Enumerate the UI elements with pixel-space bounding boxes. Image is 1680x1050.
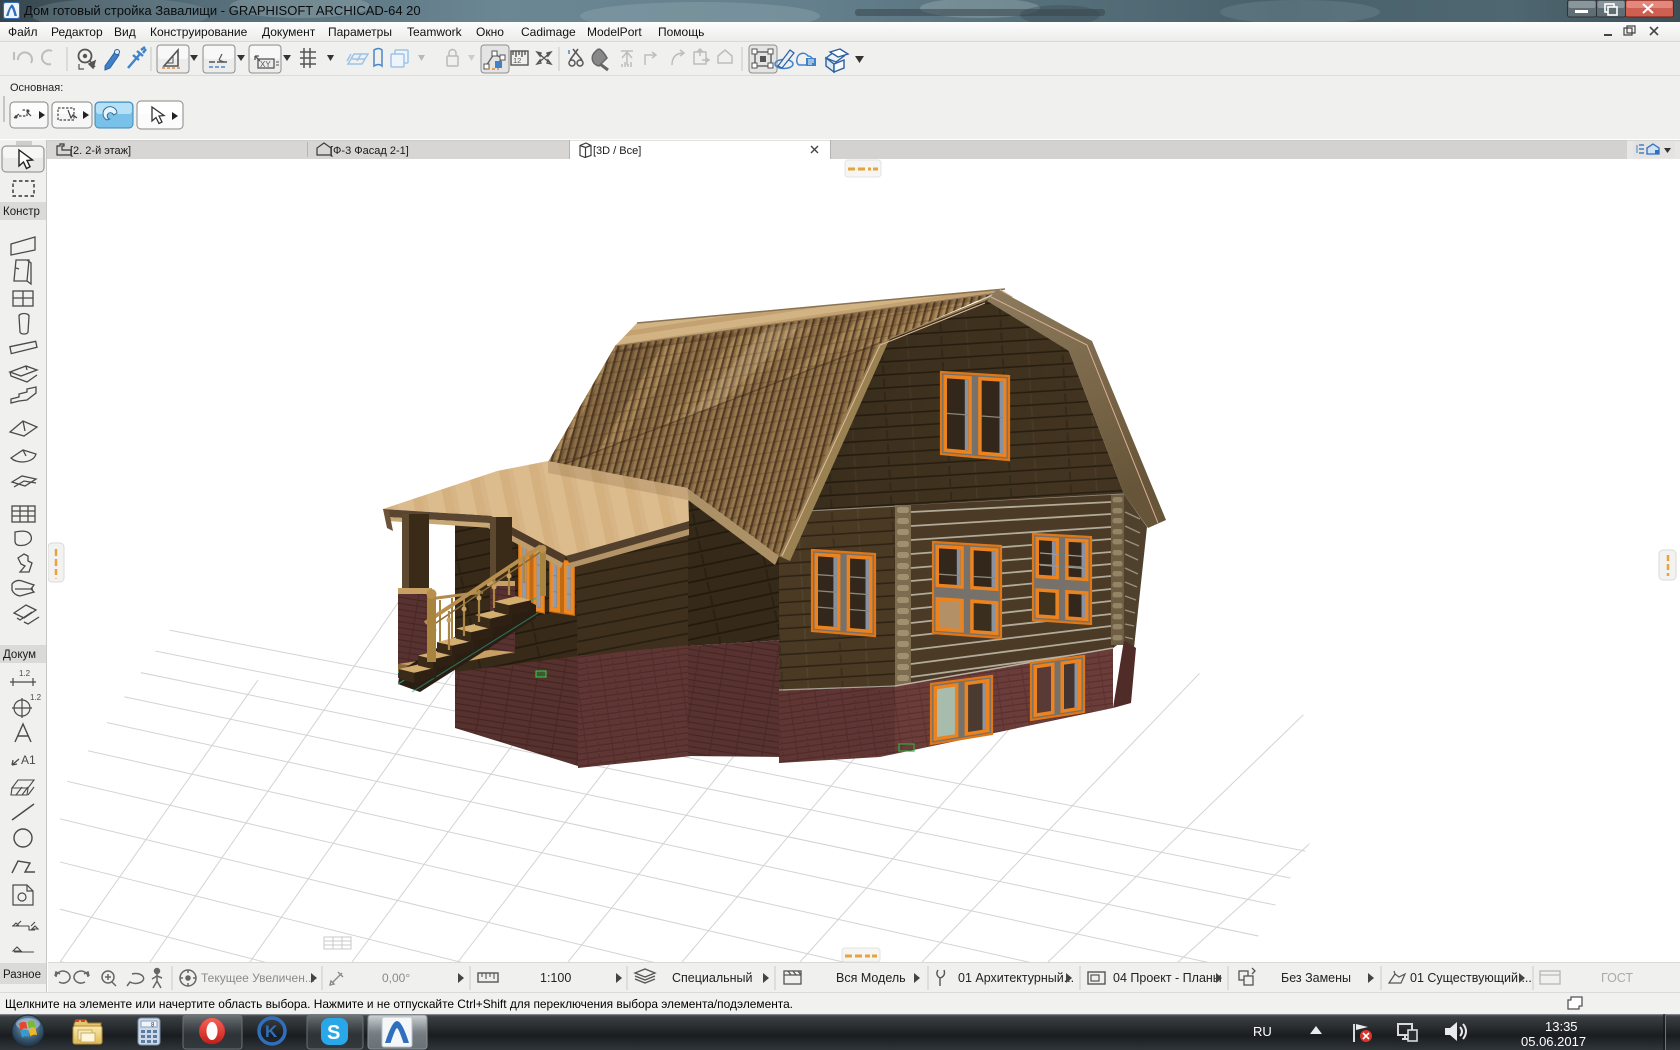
svg-text:1.2: 1.2	[30, 693, 42, 702]
svg-text:Докум: Докум	[3, 649, 36, 661]
svg-text:S: S	[327, 1022, 340, 1044]
svg-text:[3D / Все]: [3D / Все]	[593, 145, 641, 157]
svg-text:Специальный: Специальный	[672, 971, 753, 985]
svg-text:RU: RU	[1253, 1024, 1272, 1039]
svg-text:Вся Модель: Вся Модель	[836, 971, 906, 985]
svg-text:04 Проект - Планы: 04 Проект - Планы	[1113, 971, 1222, 985]
svg-text:01 Архитектурный...: 01 Архитектурный...	[958, 971, 1074, 985]
svg-text:K: K	[265, 1022, 278, 1041]
svg-text:Текущее Увеличен...: Текущее Увеличен...	[201, 971, 315, 985]
svg-text:[Ф-3 Фасад 2-1]: [Ф-3 Фасад 2-1]	[330, 145, 409, 157]
svg-text:A1: A1	[21, 753, 36, 767]
svg-text:XY: XY	[260, 60, 271, 69]
svg-text:[2. 2-й этаж]: [2. 2-й этаж]	[70, 145, 131, 157]
svg-text:0,00°: 0,00°	[382, 971, 410, 985]
svg-text:12: 12	[513, 56, 521, 65]
svg-text:Разное: Разное	[3, 969, 41, 981]
svg-text:01 Существующий ...: 01 Существующий ...	[1410, 971, 1532, 985]
svg-text:Констр: Констр	[3, 206, 40, 218]
svg-text:1.2: 1.2	[19, 669, 31, 678]
svg-text:13:35: 13:35	[1545, 1019, 1578, 1034]
svg-text:Без Замены: Без Замены	[1281, 971, 1351, 985]
svg-text:05.06.2017: 05.06.2017	[1521, 1034, 1586, 1049]
svg-text:ГОСТ: ГОСТ	[1601, 971, 1633, 985]
svg-text:1:100: 1:100	[540, 971, 571, 985]
